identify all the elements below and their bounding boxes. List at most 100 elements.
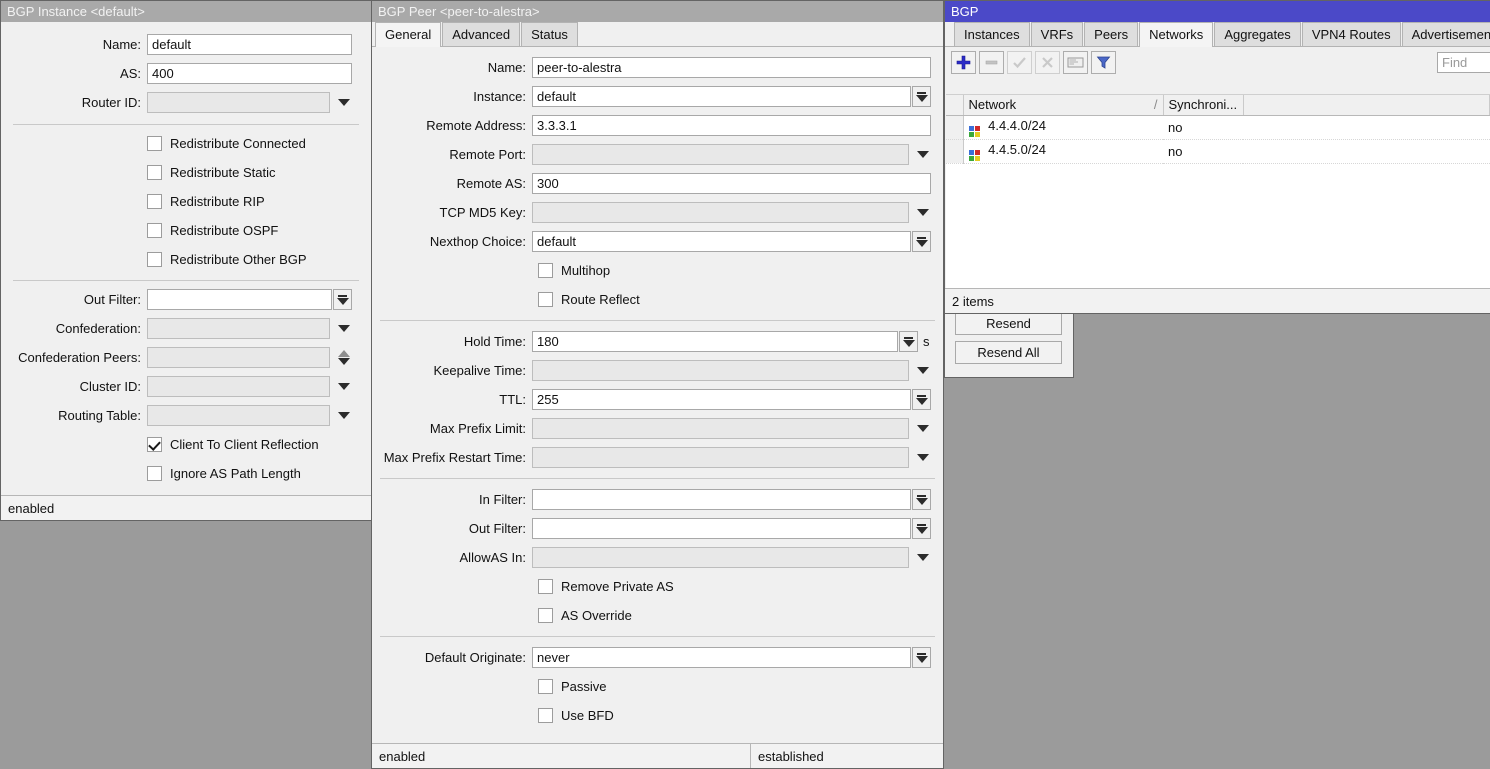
tab-advanced[interactable]: Advanced xyxy=(442,22,520,46)
input-router-id[interactable] xyxy=(147,92,330,113)
tab-status[interactable]: Status xyxy=(521,22,578,46)
find-input[interactable]: Find xyxy=(1437,52,1490,73)
cell-network[interactable]: 4.4.4.0/24 xyxy=(963,115,1163,139)
input-default-originate[interactable]: never xyxy=(532,647,911,668)
input-peer-out-filter[interactable] xyxy=(532,518,911,539)
comment-button[interactable] xyxy=(1063,51,1088,74)
chevron-down-icon[interactable] xyxy=(912,418,933,439)
table-row[interactable]: 4.4.5.0/24 no xyxy=(946,139,1490,163)
input-out-filter[interactable] xyxy=(147,289,332,310)
cell-synchronize[interactable]: no xyxy=(1163,139,1243,163)
bgp-peer-titlebar[interactable]: BGP Peer <peer-to-alestra> xyxy=(372,1,943,22)
tab-vrfs[interactable]: VRFs xyxy=(1031,22,1084,46)
enable-button[interactable] xyxy=(1007,51,1032,74)
bgp-instance-titlebar[interactable]: BGP Instance <default> xyxy=(1,1,371,22)
tab-vpn4-routes[interactable]: VPN4 Routes xyxy=(1302,22,1401,46)
cell-synchronize[interactable]: no xyxy=(1163,115,1243,139)
spinner-dropdown-icon[interactable] xyxy=(899,331,918,352)
checkbox-row-client-to-client-reflection[interactable]: Client To Client Reflection xyxy=(147,430,371,459)
remove-button[interactable] xyxy=(979,51,1004,74)
input-max-prefix-restart-time[interactable] xyxy=(532,447,909,468)
input-remote-as[interactable]: 300 xyxy=(532,173,931,194)
resend-all-button[interactable]: Resend All xyxy=(955,341,1062,364)
checkbox-row-ignore-as-path-length[interactable]: Ignore AS Path Length xyxy=(147,459,371,488)
spinner-dropdown-icon[interactable] xyxy=(912,231,931,252)
bgp-list-titlebar[interactable]: BGP xyxy=(945,1,1490,22)
chevron-down-icon[interactable] xyxy=(333,376,354,397)
checkbox-row-route-reflect[interactable]: Route Reflect xyxy=(538,285,943,314)
checkbox-use-bfd[interactable] xyxy=(538,708,553,723)
input-in-filter[interactable] xyxy=(532,489,911,510)
checkbox-row-passive[interactable]: Passive xyxy=(538,672,943,701)
checkbox-redistribute-connected[interactable] xyxy=(147,136,162,151)
spinner-dropdown-icon[interactable] xyxy=(912,489,931,510)
input-allowas-in[interactable] xyxy=(532,547,909,568)
chevron-down-icon[interactable] xyxy=(333,318,354,339)
chevron-down-icon[interactable] xyxy=(912,360,933,381)
checkbox-row-redistribute-ospf[interactable]: Redistribute OSPF xyxy=(147,216,371,245)
tab-networks[interactable]: Networks xyxy=(1139,22,1213,47)
checkbox-remove-private-as[interactable] xyxy=(538,579,553,594)
chevron-down-icon[interactable] xyxy=(912,144,933,165)
input-confederation[interactable] xyxy=(147,318,330,339)
checkbox-redistribute-ospf[interactable] xyxy=(147,223,162,238)
input-cluster-id[interactable] xyxy=(147,376,330,397)
up-down-arrows-icon[interactable] xyxy=(333,347,354,368)
checkbox-route-reflect[interactable] xyxy=(538,292,553,307)
checkbox-row-redistribute-rip[interactable]: Redistribute RIP xyxy=(147,187,371,216)
chevron-down-icon[interactable] xyxy=(912,202,933,223)
chevron-down-icon[interactable] xyxy=(912,447,933,468)
column-header-synchronize[interactable]: Synchroni... xyxy=(1163,95,1243,115)
input-peer-instance[interactable]: default xyxy=(532,86,911,107)
input-routing-table[interactable] xyxy=(147,405,330,426)
cell-network[interactable]: 4.4.5.0/24 xyxy=(963,139,1163,163)
chevron-down-icon[interactable] xyxy=(333,405,354,426)
checkbox-row-remove-private-as[interactable]: Remove Private AS xyxy=(538,572,943,601)
checkbox-row-redistribute-static[interactable]: Redistribute Static xyxy=(147,158,371,187)
checkbox-as-override[interactable] xyxy=(538,608,553,623)
input-peer-name[interactable]: peer-to-alestra xyxy=(532,57,931,78)
spinner-dropdown-icon[interactable] xyxy=(912,389,931,410)
input-remote-address[interactable]: 3.3.3.1 xyxy=(532,115,931,136)
checkbox-redistribute-static[interactable] xyxy=(147,165,162,180)
input-as[interactable]: 400 xyxy=(147,63,352,84)
tab-aggregates[interactable]: Aggregates xyxy=(1214,22,1301,46)
chevron-down-icon[interactable] xyxy=(333,92,354,113)
tab-instances[interactable]: Instances xyxy=(954,22,1030,46)
checkbox-multihop[interactable] xyxy=(538,263,553,278)
spinner-dropdown-icon[interactable] xyxy=(912,647,931,668)
checkbox-passive[interactable] xyxy=(538,679,553,694)
spinner-dropdown-icon[interactable] xyxy=(333,289,352,310)
spinner-dropdown-icon[interactable] xyxy=(912,518,931,539)
input-name[interactable]: default xyxy=(147,34,352,55)
divider xyxy=(380,478,935,479)
table-row[interactable]: 4.4.4.0/24 no xyxy=(946,115,1490,139)
tab-peers[interactable]: Peers xyxy=(1084,22,1138,46)
checkbox-ignore-as-path-length[interactable] xyxy=(147,466,162,481)
resend-button[interactable]: Resend xyxy=(955,312,1062,335)
checkbox-row-multihop[interactable]: Multihop xyxy=(538,256,943,285)
checkbox-row-redistribute-connected[interactable]: Redistribute Connected xyxy=(147,129,371,158)
input-ttl[interactable]: 255 xyxy=(532,389,911,410)
add-button[interactable] xyxy=(951,51,976,74)
tab-general[interactable]: General xyxy=(375,22,441,47)
input-nexthop-choice[interactable]: default xyxy=(532,231,911,252)
checkbox-redistribute-rip[interactable] xyxy=(147,194,162,209)
checkbox-redistribute-other-bgp[interactable] xyxy=(147,252,162,267)
input-tcp-md5-key[interactable] xyxy=(532,202,909,223)
input-max-prefix-limit[interactable] xyxy=(532,418,909,439)
checkbox-client-to-client-reflection[interactable] xyxy=(147,437,162,452)
tab-advertisements[interactable]: Advertisements xyxy=(1402,22,1490,46)
checkbox-row-use-bfd[interactable]: Use BFD xyxy=(538,701,943,730)
column-header-network[interactable]: Network / xyxy=(963,95,1163,115)
disable-button[interactable] xyxy=(1035,51,1060,74)
input-hold-time[interactable]: 180 xyxy=(532,331,898,352)
checkbox-row-redistribute-other-bgp[interactable]: Redistribute Other BGP xyxy=(147,245,371,274)
filter-button[interactable] xyxy=(1091,51,1116,74)
checkbox-row-as-override[interactable]: AS Override xyxy=(538,601,943,630)
spinner-dropdown-icon[interactable] xyxy=(912,86,931,107)
input-keepalive-time[interactable] xyxy=(532,360,909,381)
input-remote-port[interactable] xyxy=(532,144,909,165)
chevron-down-icon[interactable] xyxy=(912,547,933,568)
input-confederation-peers[interactable] xyxy=(147,347,330,368)
